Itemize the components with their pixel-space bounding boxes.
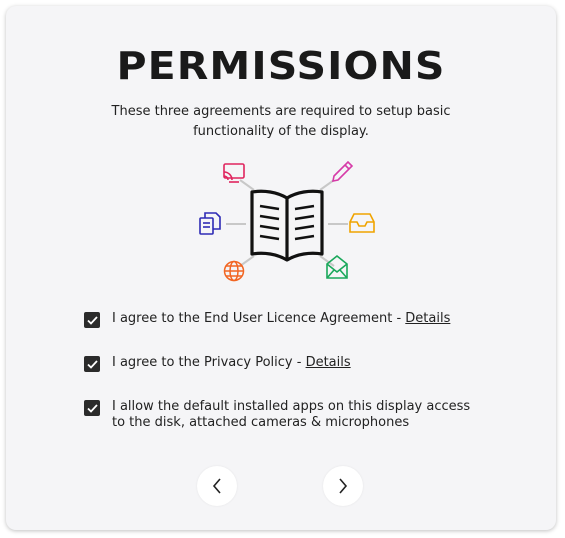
next-button[interactable] — [323, 466, 363, 506]
checkmark-icon — [86, 315, 98, 325]
chevron-right-icon — [339, 478, 348, 494]
globe-icon — [223, 260, 245, 282]
cast-icon — [223, 163, 245, 183]
privacy-details-link[interactable]: Details — [306, 355, 351, 370]
eula-label: I agree to the End User Licence Agreemen… — [112, 311, 451, 326]
privacy-label: I agree to the Privacy Policy - Details — [112, 355, 351, 370]
app-access-checkbox[interactable] — [84, 400, 100, 416]
inbox-icon — [349, 213, 375, 233]
agreement-app-access: I allow the default installed apps on th… — [84, 399, 472, 431]
agreement-eula: I agree to the End User Licence Agreemen… — [84, 311, 472, 328]
checkmark-icon — [86, 403, 98, 413]
permissions-illustration — [199, 160, 375, 282]
chevron-left-icon — [212, 478, 221, 494]
page-subtitle: These three agreements are required to s… — [111, 104, 451, 139]
page-title: PERMISSIONS — [116, 44, 446, 88]
checkmark-icon — [86, 359, 98, 369]
mail-icon — [326, 254, 348, 279]
eula-details-link[interactable]: Details — [405, 311, 450, 326]
open-book-icon — [250, 189, 324, 262]
permissions-card: PERMISSIONS These three agreements are r… — [6, 6, 556, 530]
eula-checkbox[interactable] — [84, 312, 100, 328]
privacy-checkbox[interactable] — [84, 356, 100, 372]
agreement-privacy: I agree to the Privacy Policy - Details — [84, 355, 472, 372]
previous-button[interactable] — [197, 466, 237, 506]
app-access-label: I allow the default installed apps on th… — [112, 399, 471, 430]
pencil-icon — [331, 160, 354, 183]
documents-icon — [199, 212, 221, 235]
